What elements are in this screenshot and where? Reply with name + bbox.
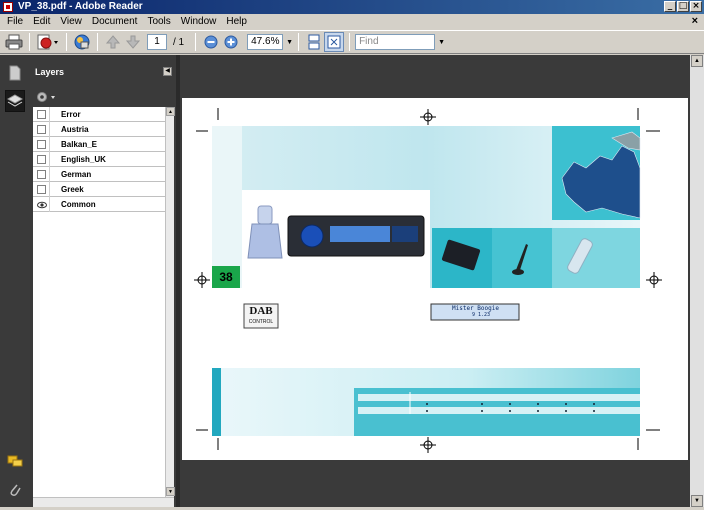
- layer-label: Common: [61, 200, 96, 209]
- toolbar-separator: [29, 33, 30, 51]
- collaborate-button[interactable]: [72, 32, 92, 52]
- comments-panel-button[interactable]: [5, 451, 25, 473]
- layer-visibility-toggle[interactable]: [37, 200, 47, 209]
- layer-row-error[interactable]: Error: [33, 107, 174, 122]
- layer-row-german[interactable]: German: [33, 167, 174, 182]
- layer-row-greek[interactable]: Greek: [33, 182, 174, 197]
- layer-label: Balkan_E: [61, 140, 98, 149]
- fit-page-button[interactable]: [324, 32, 345, 52]
- layer-list-hscrollbar[interactable]: [33, 497, 174, 507]
- pdf-page: 38 DAB CONTROL Mister Boogie 9 1.23: [182, 98, 688, 460]
- layer-visibility-toggle[interactable]: [37, 110, 46, 119]
- previous-page-button[interactable]: [103, 32, 123, 52]
- scroll-up-arrow[interactable]: ▲: [166, 107, 175, 116]
- document-view: 38 DAB CONTROL Mister Boogie 9 1.23: [180, 55, 690, 507]
- layers-icon: [7, 94, 23, 107]
- fit-page-icon: [327, 35, 341, 49]
- layer-label: English_UK: [61, 155, 106, 164]
- layer-list: Error Austria Balkan_E English_UK German…: [33, 107, 175, 507]
- zoom-out-button[interactable]: [201, 32, 221, 52]
- layer-list-scrollbar[interactable]: ▲ ▼: [165, 107, 175, 507]
- layer-label: German: [61, 170, 92, 179]
- layer-label: Error: [61, 110, 81, 119]
- display-subtext: 9 1.23: [472, 312, 491, 318]
- page-number-input[interactable]: 1: [147, 34, 167, 50]
- scrolling-mode-button[interactable]: [304, 32, 324, 52]
- page-total-label: / 1: [173, 36, 185, 48]
- layer-row-balkan-e[interactable]: Balkan_E: [33, 137, 174, 152]
- layers-panel-button[interactable]: [5, 90, 25, 112]
- menu-file[interactable]: File: [2, 14, 28, 30]
- document-scrollbar[interactable]: ▲ ▼: [690, 55, 704, 507]
- printer-icon: [5, 34, 23, 50]
- layer-visibility-toggle[interactable]: [37, 125, 46, 134]
- scroll-down-arrow[interactable]: ▼: [691, 495, 703, 507]
- zoom-in-button[interactable]: [221, 32, 241, 52]
- layer-visibility-toggle[interactable]: [37, 140, 46, 149]
- layer-row-austria[interactable]: Austria: [33, 122, 174, 137]
- toolbar: 1 / 1 47.6% ▼ Find ▼: [0, 30, 704, 54]
- page-number-badge: 38: [219, 270, 233, 284]
- display-text: Mister Boogie: [452, 305, 499, 312]
- next-page-button[interactable]: [123, 32, 143, 52]
- scroll-up-arrow[interactable]: ▲: [691, 55, 703, 67]
- eye-icon: [37, 201, 47, 209]
- zoom-in-icon: [224, 35, 238, 49]
- create-pdf-icon: [37, 34, 58, 50]
- layer-options-button[interactable]: [36, 91, 60, 105]
- menu-window[interactable]: Window: [176, 14, 222, 30]
- arrow-down-icon: [125, 35, 141, 49]
- arrow-up-icon: [105, 35, 121, 49]
- toolbar-separator: [195, 33, 197, 51]
- layer-row-common[interactable]: Common: [33, 197, 174, 212]
- dab-logo-bottom: CONTROL: [248, 319, 274, 325]
- chevron-down-icon[interactable]: ▼: [286, 39, 293, 46]
- maximize-button[interactable]: □: [677, 1, 689, 12]
- zoom-level-select[interactable]: 47.6%: [247, 34, 284, 50]
- attachments-panel-button[interactable]: [5, 479, 25, 501]
- page-scroll-icon: [308, 34, 320, 50]
- page-artwork: [194, 108, 662, 453]
- toolbar-separator: [66, 33, 67, 51]
- pages-icon: [9, 65, 21, 81]
- layer-label: Greek: [61, 185, 84, 194]
- window-titlebar: VP_38.pdf - Adobe Reader _ □ ×: [0, 0, 704, 14]
- toolbar-separator: [97, 33, 98, 51]
- collapse-panel-button[interactable]: ◀: [163, 67, 172, 76]
- print-button[interactable]: [4, 32, 24, 52]
- minimize-button[interactable]: _: [664, 1, 676, 12]
- adobe-reader-icon: [3, 2, 13, 12]
- find-input[interactable]: Find: [355, 34, 436, 50]
- comments-icon: [7, 455, 23, 467]
- scroll-down-arrow[interactable]: ▼: [166, 487, 175, 496]
- toolbar-separator: [298, 33, 300, 51]
- layer-visibility-toggle[interactable]: [37, 155, 46, 164]
- menu-view[interactable]: View: [55, 14, 87, 30]
- layers-panel: Layers ◀ Error Austria Balkan_E English_…: [31, 55, 176, 507]
- menu-tools[interactable]: Tools: [142, 14, 175, 30]
- layers-panel-title: Layers: [35, 67, 65, 77]
- menu-help[interactable]: Help: [221, 14, 252, 30]
- options-gear-icon: [37, 92, 55, 102]
- menubar: File Edit View Document Tools Window Hel…: [0, 14, 704, 30]
- layer-visibility-toggle[interactable]: [37, 185, 46, 194]
- create-pdf-button[interactable]: [35, 32, 61, 52]
- close-document-button[interactable]: ×: [692, 15, 698, 27]
- navigation-pane-strip: [0, 55, 31, 510]
- chevron-down-icon[interactable]: ▼: [438, 39, 445, 46]
- window-title: VP_38.pdf - Adobe Reader: [18, 1, 143, 12]
- collaborate-icon: [74, 34, 90, 50]
- toolbar-separator: [349, 33, 351, 51]
- menu-document[interactable]: Document: [87, 14, 143, 30]
- layer-label: Austria: [61, 125, 89, 134]
- dab-logo-top: DAB: [249, 305, 273, 317]
- layer-visibility-toggle[interactable]: [37, 170, 46, 179]
- zoom-out-icon: [204, 35, 218, 49]
- menu-edit[interactable]: Edit: [28, 14, 55, 30]
- layer-row-english-uk[interactable]: English_UK: [33, 152, 174, 167]
- pages-panel-button[interactable]: [5, 62, 25, 84]
- paperclip-icon: [10, 484, 21, 496]
- close-button[interactable]: ×: [690, 1, 702, 12]
